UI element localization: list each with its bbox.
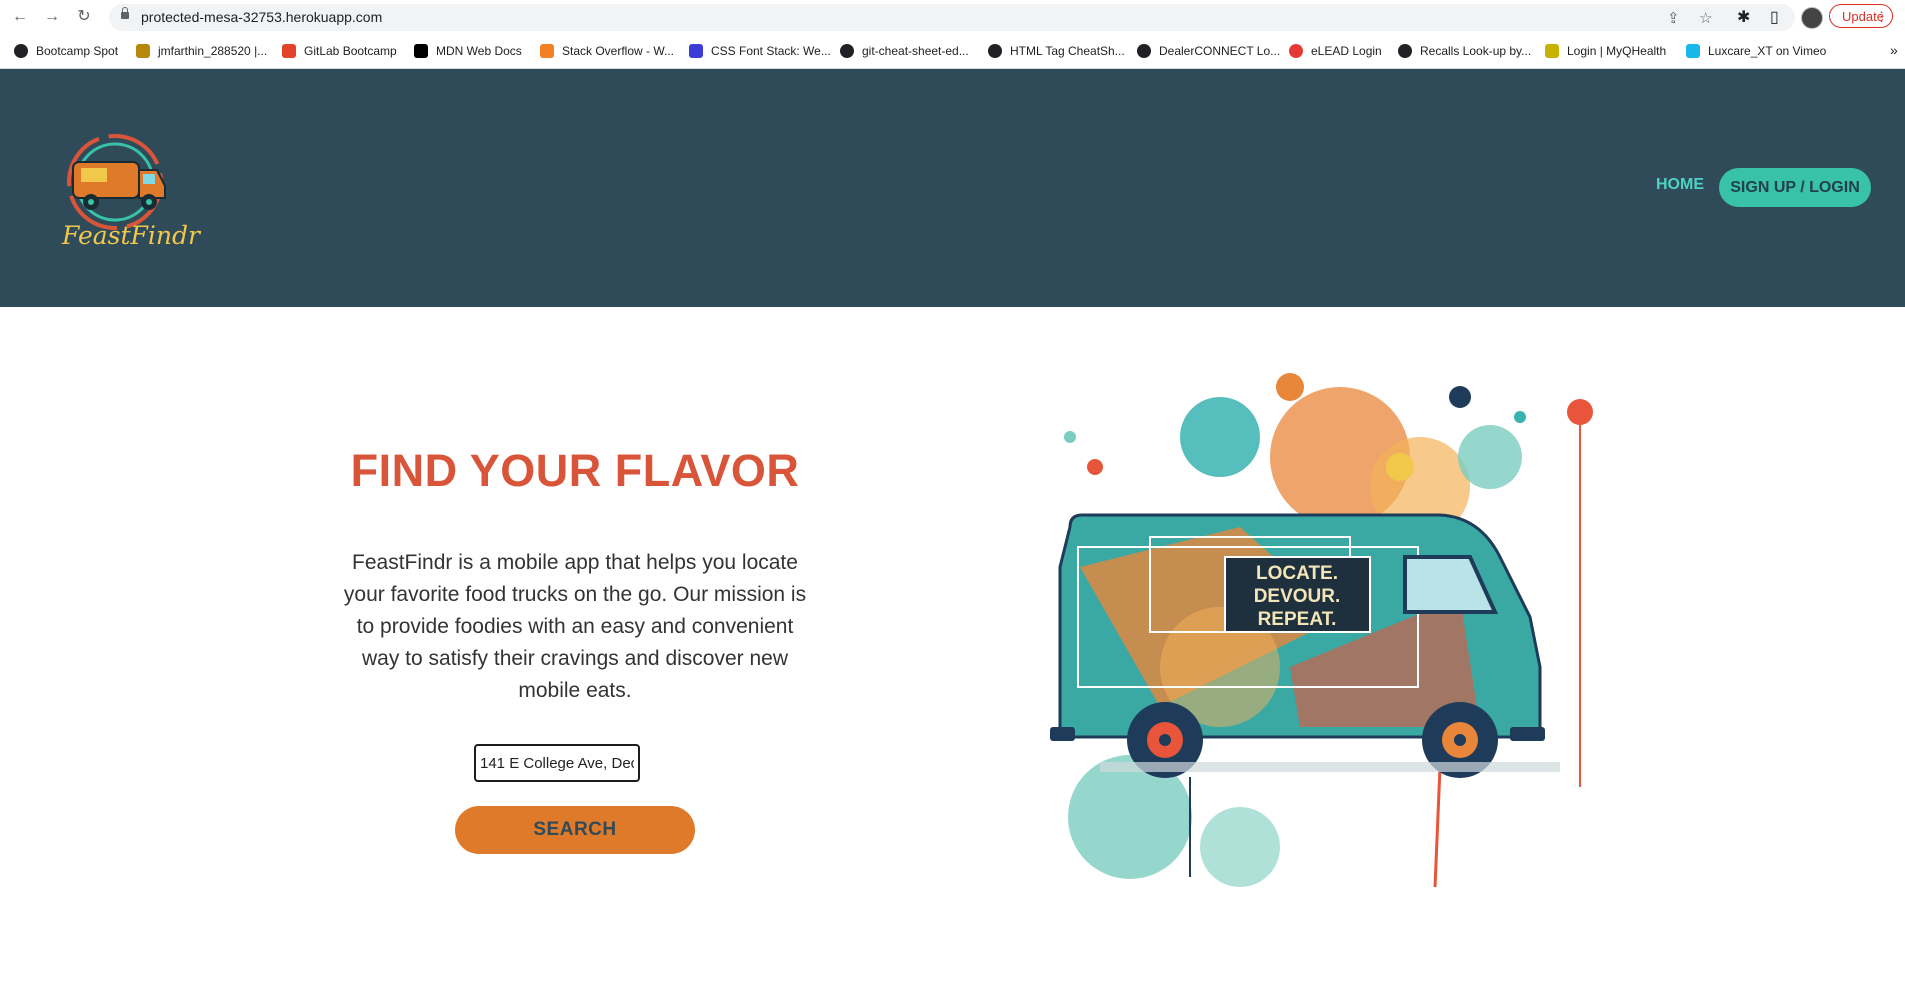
- search-button[interactable]: SEARCH: [455, 806, 695, 854]
- bookmark-item[interactable]: MDN Web Docs: [414, 42, 522, 60]
- bookmark-item[interactable]: Login | MyQHealth: [1545, 42, 1666, 60]
- bookmark-item[interactable]: GitLab Bootcamp: [282, 42, 397, 60]
- profile-avatar[interactable]: [1801, 7, 1823, 29]
- bookmark-label: CSS Font Stack: We...: [711, 44, 831, 58]
- food-truck-illustration: LOCATE. DEVOUR. REPEAT.: [1050, 373, 1593, 888]
- forward-icon[interactable]: →: [43, 8, 61, 26]
- bookmark-favicon: [136, 44, 150, 58]
- bookmark-label: Stack Overflow - W...: [562, 44, 675, 58]
- back-icon[interactable]: ←: [11, 8, 29, 26]
- extensions-icon[interactable]: ✱: [1737, 7, 1750, 27]
- url-text[interactable]: protected-mesa-32753.herokuapp.com: [141, 9, 382, 25]
- truck-sign-line2: DEVOUR.: [1254, 586, 1341, 607]
- bookmark-favicon: [282, 44, 296, 58]
- bookmark-label: GitLab Bootcamp: [304, 44, 397, 58]
- browser-toolbar: ← → ↻ protected-mesa-32753.herokuapp.com…: [0, 0, 1905, 35]
- bookmark-favicon: [1137, 44, 1151, 58]
- nav-home-link[interactable]: HOME: [1656, 176, 1704, 194]
- bookmark-label: eLEAD Login: [1311, 44, 1382, 58]
- bookmark-label: git-cheat-sheet-ed...: [862, 44, 969, 58]
- bookmark-favicon: [1289, 44, 1303, 58]
- location-search-input[interactable]: [474, 744, 640, 782]
- bookmark-favicon: [689, 44, 703, 58]
- bookmark-item[interactable]: eLEAD Login: [1289, 42, 1382, 60]
- bookmark-favicon: [414, 44, 428, 58]
- truck-sign-line1: LOCATE.: [1256, 563, 1338, 584]
- bookmark-item[interactable]: Recalls Look-up by...: [1398, 42, 1531, 60]
- bookmark-favicon: [988, 44, 1002, 58]
- side-panel-icon[interactable]: ▯: [1770, 7, 1779, 27]
- bookmark-favicon: [540, 44, 554, 58]
- bookmark-item[interactable]: Bootcamp Spot: [14, 42, 118, 60]
- bookmark-label: MDN Web Docs: [436, 44, 522, 58]
- bookmark-item[interactable]: Stack Overflow - W...: [540, 42, 674, 60]
- bookmark-item[interactable]: Luxcare_XT on Vimeo: [1686, 42, 1826, 60]
- logo-text[interactable]: FeastFindr: [62, 221, 200, 250]
- bookmark-label: Bootcamp Spot: [36, 44, 119, 58]
- bookmark-item[interactable]: jmfarthin_288520 |...: [136, 42, 267, 60]
- bookmark-star-icon[interactable]: ☆: [1699, 9, 1712, 27]
- bookmark-label: Luxcare_XT on Vimeo: [1708, 44, 1827, 58]
- truck-sign-line3: REPEAT.: [1258, 609, 1337, 630]
- more-bookmarks-icon[interactable]: »: [1890, 42, 1898, 58]
- bookmark-label: jmfarthin_288520 |...: [158, 44, 268, 58]
- bookmark-favicon: [14, 44, 28, 58]
- address-bar[interactable]: protected-mesa-32753.herokuapp.com ⇪ ☆: [109, 4, 1795, 31]
- share-icon[interactable]: ⇪: [1667, 9, 1680, 27]
- bookmark-label: Recalls Look-up by...: [1420, 44, 1532, 58]
- signup-login-button[interactable]: SIGN UP / LOGIN: [1719, 168, 1871, 207]
- lock-icon[interactable]: [121, 7, 129, 19]
- bookmark-favicon: [840, 44, 854, 58]
- hero-description: FeastFindr is a mobile app that helps yo…: [343, 551, 807, 702]
- bookmark-favicon: [1686, 44, 1700, 58]
- bookmark-label: DealerCONNECT Lo...: [1159, 44, 1281, 58]
- bookmark-favicon: [1545, 44, 1559, 58]
- site-header: FeastFindr HOME SIGN UP / LOGIN: [0, 69, 1905, 307]
- bookmark-item[interactable]: DealerCONNECT Lo...: [1137, 42, 1280, 60]
- bookmark-item[interactable]: CSS Font Stack: We...: [689, 42, 831, 60]
- hero-section: FIND YOUR FLAVOR FeastFindr is a mobile …: [0, 307, 1905, 1002]
- bookmark-item[interactable]: HTML Tag CheatSh...: [988, 42, 1125, 60]
- bookmark-favicon: [1398, 44, 1412, 58]
- bookmark-item[interactable]: git-cheat-sheet-ed...: [840, 42, 969, 60]
- bookmark-label: Login | MyQHealth: [1567, 44, 1667, 58]
- bookmarks-bar: Bootcamp Spot jmfarthin_288520 |... GitL…: [0, 35, 1905, 69]
- page-title: FIND YOUR FLAVOR: [350, 445, 800, 496]
- update-button[interactable]: Update: [1829, 4, 1893, 29]
- reload-icon[interactable]: ↻: [75, 8, 93, 26]
- bookmark-label: HTML Tag CheatSh...: [1010, 44, 1125, 58]
